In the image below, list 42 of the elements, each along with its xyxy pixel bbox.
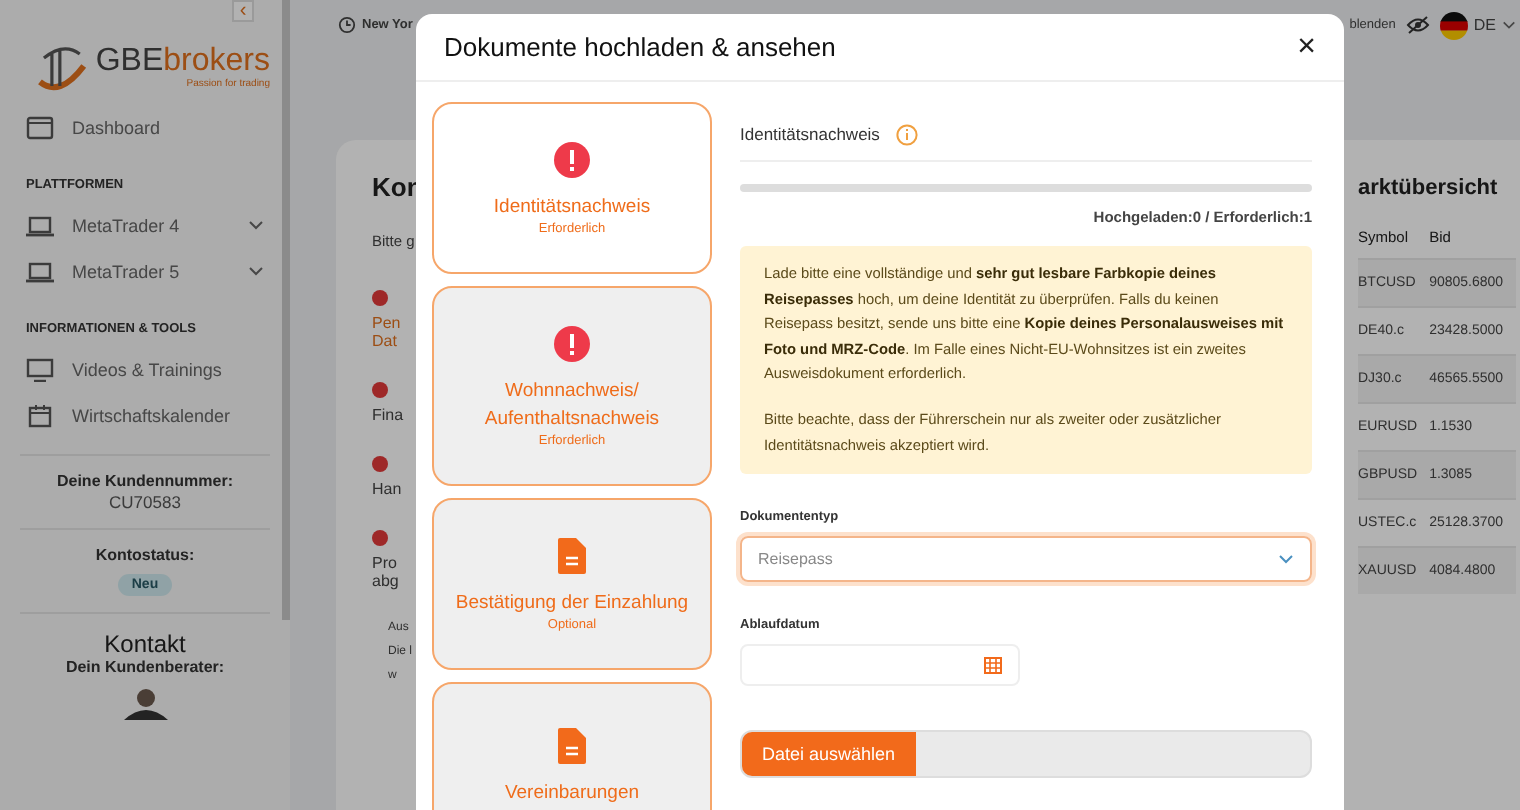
close-button[interactable]: × (1293, 31, 1320, 63)
laptop-icon (26, 213, 54, 237)
laptop-icon (26, 259, 54, 283)
chevron-icon (1502, 20, 1516, 30)
nav-item[interactable]: Wirtschaftskalender (20, 392, 270, 438)
german-flag-icon (1439, 11, 1468, 39)
brand-name: GBE (95, 44, 164, 78)
account-status-label: Kontostatus: (95, 546, 195, 564)
requirement-text: Pen Dat (372, 314, 403, 350)
file-input[interactable]: Datei auswählen (740, 730, 1312, 779)
contact-title: Kontakt (104, 630, 186, 658)
chevron-icon (1278, 554, 1294, 565)
document-card[interactable]: Vereinbarungen (432, 682, 712, 810)
language-selector[interactable]: DE (1439, 11, 1516, 39)
customer-number: CU70583 (109, 492, 181, 512)
person-silhouette-icon (123, 688, 167, 720)
requirement-text: Han (372, 480, 404, 498)
window-icon (26, 115, 54, 139)
section-title: Identitätsnachweis (740, 124, 880, 144)
date-field[interactable] (740, 644, 1020, 687)
document-icon (558, 728, 586, 764)
clock-icon (338, 16, 356, 34)
dialog-title: Dokumente hochladen & ansehen (444, 32, 836, 62)
document-icon (558, 537, 586, 573)
choose-file-button[interactable]: Datei auswählen (742, 732, 916, 777)
calendar-icon (26, 403, 54, 427)
eye-slash-icon[interactable] (1405, 16, 1430, 34)
nav-item[interactable]: Videos & Trainings (20, 346, 270, 392)
advisor-label: Dein Kundenberater: (65, 658, 225, 676)
requirement-text: Fina (372, 406, 406, 424)
customer-number-label: Deine Kundennummer: (56, 472, 233, 490)
brand-suffix: brokers (163, 44, 270, 78)
calendar-icon (984, 656, 1002, 675)
nav-item[interactable]: Dashboard (20, 104, 270, 150)
monitor-icon (26, 357, 54, 381)
info-icon[interactable] (895, 123, 918, 145)
requirement-text: Pro abg (372, 554, 401, 590)
nav-item[interactable]: MetaTrader 5 (20, 248, 270, 294)
card-title: arktübersicht (1358, 176, 1500, 200)
collapse-button[interactable]: ‹ (232, 0, 254, 22)
nav-item[interactable]: MetaTrader 4 (20, 202, 270, 248)
document-type-select[interactable]: Reisepass (740, 536, 1312, 583)
